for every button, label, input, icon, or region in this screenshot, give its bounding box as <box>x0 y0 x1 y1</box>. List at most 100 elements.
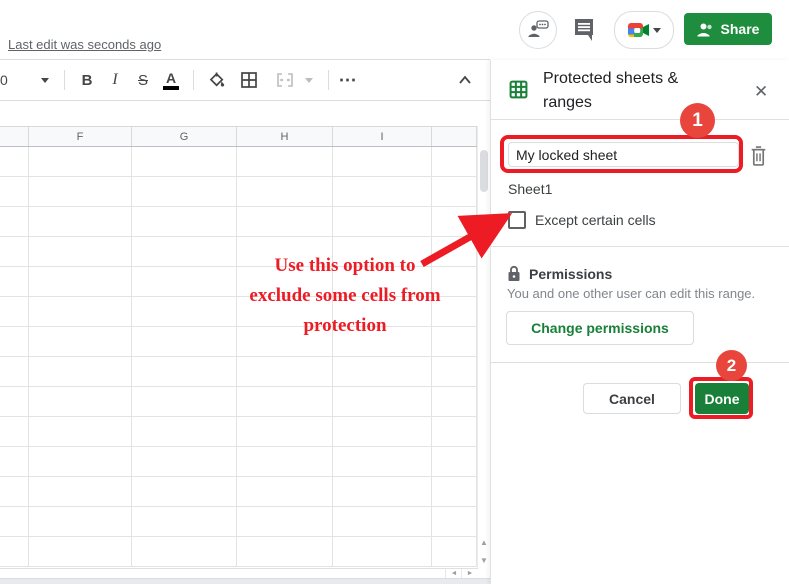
grid-cell[interactable] <box>237 207 333 236</box>
grid-cell[interactable] <box>237 537 333 566</box>
grid-cell[interactable] <box>432 147 477 176</box>
grid-cell[interactable] <box>432 267 477 296</box>
share-button[interactable]: Share <box>684 13 772 45</box>
grid-cell[interactable] <box>132 537 237 566</box>
grid-cell[interactable] <box>333 297 432 326</box>
meet-button[interactable] <box>614 11 674 49</box>
grid-cell[interactable] <box>237 297 333 326</box>
grid-cell[interactable] <box>29 537 132 566</box>
grid-cell[interactable] <box>237 387 333 416</box>
column-header[interactable]: I <box>333 127 432 146</box>
grid-cell[interactable] <box>333 147 432 176</box>
close-panel-button[interactable]: ✕ <box>754 82 768 102</box>
grid-cell[interactable] <box>237 417 333 446</box>
grid-cell[interactable] <box>0 147 29 176</box>
vertical-scrollbar[interactable]: ▲ ▼ <box>477 126 490 568</box>
grid-cell[interactable] <box>0 177 29 206</box>
grid-cell[interactable] <box>432 477 477 506</box>
grid-cell[interactable] <box>333 537 432 566</box>
vertical-scrollbar-thumb[interactable] <box>480 150 488 192</box>
last-edit-link[interactable]: Last edit was seconds ago <box>8 36 161 54</box>
grid-cell[interactable] <box>132 417 237 446</box>
except-cells-label[interactable]: Except certain cells <box>535 212 656 228</box>
grid-cell[interactable] <box>132 177 237 206</box>
grid-cell[interactable] <box>333 387 432 416</box>
grid-cell[interactable] <box>432 387 477 416</box>
grid-cell[interactable] <box>0 297 29 326</box>
grid-cell[interactable] <box>432 207 477 236</box>
grid-cell[interactable] <box>237 507 333 536</box>
scroll-up-button[interactable]: ▲ <box>479 538 489 548</box>
grid-cell[interactable] <box>0 237 29 266</box>
grid-cell[interactable] <box>237 237 333 266</box>
change-permissions-button[interactable]: Change permissions <box>506 311 694 345</box>
grid-cell[interactable] <box>237 267 333 296</box>
grid-cell[interactable] <box>432 417 477 446</box>
grid-cell[interactable] <box>0 417 29 446</box>
grid-cell[interactable] <box>432 507 477 536</box>
grid-cell[interactable] <box>29 357 132 386</box>
grid-cell[interactable] <box>432 297 477 326</box>
grid-cell[interactable] <box>132 357 237 386</box>
delete-protection-button[interactable] <box>749 145 768 172</box>
grid-cell[interactable] <box>0 507 29 536</box>
grid-cell[interactable] <box>0 357 29 386</box>
grid-cell[interactable] <box>29 507 132 536</box>
presence-history-button[interactable] <box>519 11 557 49</box>
grid-cell[interactable] <box>29 327 132 356</box>
font-size-field[interactable]: 0 <box>0 68 22 92</box>
grid-cell[interactable] <box>29 237 132 266</box>
grid-cell[interactable] <box>132 507 237 536</box>
grid-cell[interactable] <box>0 387 29 416</box>
meet-dropdown-caret-icon[interactable] <box>653 28 661 33</box>
grid-cell[interactable] <box>29 417 132 446</box>
merge-caret-icon[interactable] <box>298 68 320 92</box>
column-header[interactable] <box>432 127 477 146</box>
scroll-right-button[interactable]: ► <box>461 569 478 578</box>
range-name-input[interactable] <box>508 142 739 167</box>
text-color-button[interactable]: A <box>160 68 182 92</box>
grid-cell[interactable] <box>333 447 432 476</box>
grid-cell[interactable] <box>29 147 132 176</box>
borders-button[interactable] <box>238 68 260 92</box>
grid-cell[interactable] <box>132 447 237 476</box>
grid-cell[interactable] <box>333 477 432 506</box>
grid-cell[interactable] <box>132 387 237 416</box>
italic-button[interactable]: I <box>104 68 126 92</box>
grid-cell[interactable] <box>0 477 29 506</box>
done-button[interactable]: Done <box>695 383 749 414</box>
column-header[interactable]: H <box>237 127 333 146</box>
grid-cell[interactable] <box>237 477 333 506</box>
grid-cell[interactable] <box>132 327 237 356</box>
grid-cell[interactable] <box>432 327 477 356</box>
grid-cell[interactable] <box>132 207 237 236</box>
grid-cell[interactable] <box>0 447 29 476</box>
grid-cell[interactable] <box>237 177 333 206</box>
scroll-down-button[interactable]: ▼ <box>479 556 489 566</box>
comment-button[interactable] <box>572 17 596 47</box>
grid-cell[interactable] <box>29 477 132 506</box>
grid-cell[interactable] <box>333 267 432 296</box>
scroll-left-button[interactable]: ◄ <box>445 569 462 578</box>
grid-cell[interactable] <box>0 537 29 566</box>
grid-cell[interactable] <box>0 327 29 356</box>
bold-button[interactable]: B <box>76 68 98 92</box>
grid-cell[interactable] <box>29 207 132 236</box>
grid-cell[interactable] <box>333 417 432 446</box>
grid-cell[interactable] <box>29 177 132 206</box>
grid-cell[interactable] <box>29 297 132 326</box>
grid-cell[interactable] <box>432 357 477 386</box>
grid-cell[interactable] <box>333 507 432 536</box>
except-cells-checkbox[interactable] <box>508 211 526 229</box>
merge-cells-button[interactable] <box>274 68 296 92</box>
grid-cell[interactable] <box>132 297 237 326</box>
grid-cell[interactable] <box>132 267 237 296</box>
fill-color-button[interactable] <box>206 68 228 92</box>
font-size-caret-icon[interactable] <box>34 68 56 92</box>
more-toolbar-button[interactable]: ⋯ <box>337 68 359 92</box>
grid-cell[interactable] <box>0 267 29 296</box>
grid-cell[interactable] <box>132 237 237 266</box>
grid-cell[interactable] <box>333 177 432 206</box>
grid-cell[interactable] <box>237 357 333 386</box>
grid-cell[interactable] <box>237 327 333 356</box>
